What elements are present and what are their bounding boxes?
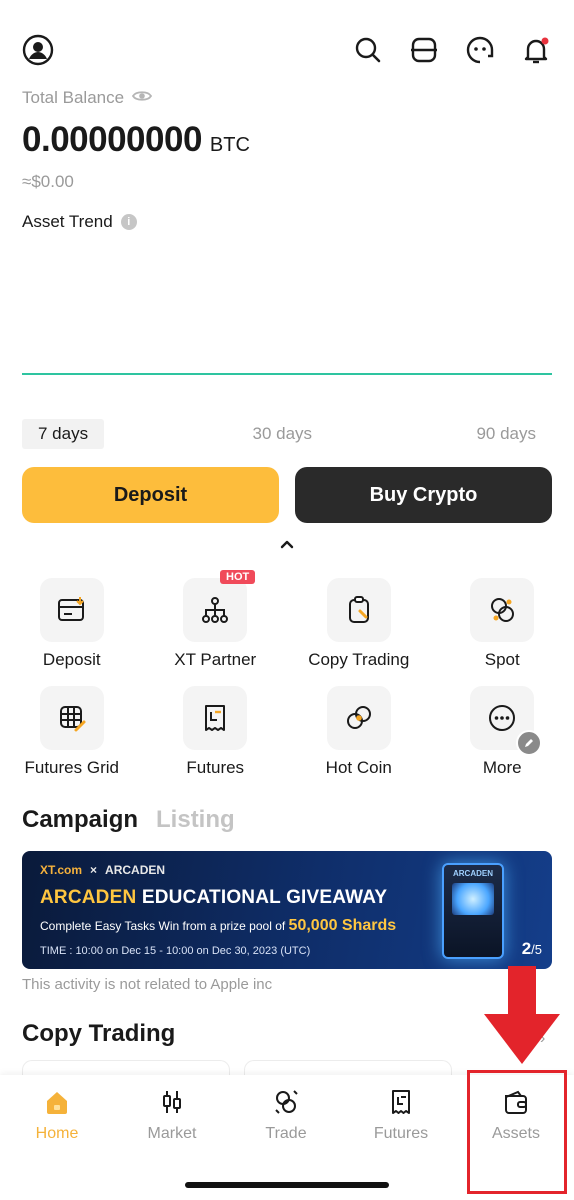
- deposit-card-icon: [39, 578, 104, 642]
- copy-trading-icon: [326, 578, 391, 642]
- futures-icon: [183, 686, 248, 750]
- eye-icon[interactable]: [132, 88, 153, 108]
- campaign-listing-tabs: Campaign Listing: [22, 806, 235, 834]
- banner-disclaimer: This activity is not related to Apple in…: [22, 976, 273, 993]
- shortcut-futures-grid[interactable]: Futures Grid: [0, 686, 144, 780]
- total-balance-label: Total Balance: [22, 88, 153, 108]
- buy-crypto-button[interactable]: Buy Crypto: [295, 467, 552, 523]
- total-balance-text: Total Balance: [22, 88, 125, 107]
- range-tab-90-days[interactable]: 90 days: [460, 419, 552, 449]
- banner-prize: 50,000 Shards: [288, 917, 397, 934]
- search-icon[interactable]: [352, 34, 384, 66]
- asset-trend-line: [22, 373, 552, 375]
- balance-amount: 0.00000000: [22, 120, 202, 159]
- banner-time: TIME : 10:00 on Dec 15 - 10:00 on Dec 30…: [40, 945, 311, 957]
- top-bar: [22, 30, 552, 70]
- shortcut-futures[interactable]: Futures: [144, 686, 288, 780]
- shortcut-spot[interactable]: Spot: [431, 578, 574, 672]
- shortcut-hot-coin[interactable]: Hot Coin: [287, 686, 431, 780]
- banner-pager: 2/5: [522, 939, 542, 959]
- banner-sub-text: Complete Easy Tasks Win from a prize poo…: [40, 919, 289, 933]
- home-indicator: [185, 1182, 389, 1188]
- market-icon: [158, 1088, 186, 1121]
- banner-brand: XT.com × ARCADEN: [40, 863, 165, 877]
- spot-coins-icon: [470, 578, 535, 642]
- banner-headline-brand: ARCADEN: [40, 887, 137, 908]
- tab-home[interactable]: Home: [7, 1088, 107, 1143]
- shortcut-more[interactable]: More: [431, 686, 574, 780]
- futures-grid-icon: [39, 686, 104, 750]
- profile-icon[interactable]: [22, 34, 54, 66]
- shortcut-label: Spot: [484, 650, 520, 669]
- xt-logo: XT.com: [40, 863, 83, 877]
- action-buttons: Deposit Buy Crypto: [22, 467, 552, 523]
- banner-headline: ARCADEN EDUCATIONAL GIVEAWAY: [40, 887, 387, 909]
- shortcut-xt-partner[interactable]: HOT XT Partner: [144, 570, 288, 672]
- deposit-button[interactable]: Deposit: [22, 467, 279, 523]
- partner-network-icon: HOT: [183, 570, 256, 642]
- pager-current: 2: [521, 939, 532, 958]
- machine-screen: [452, 883, 494, 915]
- support-icon[interactable]: [464, 34, 496, 66]
- shortcut-label: Copy Trading: [308, 650, 410, 669]
- info-icon[interactable]: i: [120, 214, 137, 230]
- tab-label: Futures: [373, 1125, 429, 1142]
- tab-label: Home: [35, 1125, 79, 1142]
- arcaden-logo: ARCADEN: [105, 863, 166, 877]
- balance-value: 0.00000000 BTC: [22, 120, 250, 160]
- range-tab-30-days[interactable]: 30 days: [237, 419, 329, 449]
- home-icon: [43, 1088, 71, 1121]
- arcade-machine-illustration: ARCADEN: [442, 863, 504, 959]
- trend-range-tabs: 7 days 30 days 90 days: [22, 419, 552, 449]
- shortcut-label: XT Partner: [174, 650, 257, 669]
- range-tab-7-days[interactable]: 7 days: [22, 419, 105, 449]
- balance-fiat: ≈$0.00: [22, 172, 74, 191]
- tab-market[interactable]: Market: [122, 1088, 222, 1143]
- tab-label: Market: [147, 1125, 197, 1142]
- tab-futures[interactable]: Futures: [351, 1088, 451, 1143]
- asset-trend-text: Asset Trend: [22, 212, 113, 231]
- pager-total: /5: [531, 942, 542, 957]
- hot-badge: HOT: [220, 570, 256, 584]
- tab-trade[interactable]: Trade: [236, 1088, 336, 1143]
- red-arrow-annotation: [484, 966, 560, 1064]
- asset-trend-label: Asset Trend i: [22, 212, 137, 232]
- futures-tab-icon: [387, 1088, 415, 1121]
- shortcut-label: Futures: [186, 758, 245, 777]
- shortcut-grid: Deposit HOT XT Partner Copy Trading Spot…: [0, 570, 574, 780]
- balance-unit: BTC: [209, 134, 250, 156]
- more-icon: [470, 686, 543, 756]
- tab-campaign[interactable]: Campaign: [22, 806, 138, 834]
- shortcut-label: Deposit: [42, 650, 101, 669]
- notification-icon[interactable]: [520, 34, 552, 66]
- machine-logo: ARCADEN: [453, 869, 493, 878]
- brand-separator: ×: [90, 863, 98, 877]
- tab-listing[interactable]: Listing: [156, 806, 235, 834]
- shortcut-copy-trading[interactable]: Copy Trading: [287, 578, 431, 672]
- banner-headline-rest: EDUCATIONAL GIVEAWAY: [136, 887, 388, 908]
- assets-highlight-box: [467, 1070, 567, 1194]
- shortcut-label: Futures Grid: [24, 758, 119, 777]
- chevron-up-icon[interactable]: [279, 536, 295, 552]
- tab-label: Trade: [265, 1125, 307, 1142]
- scan-icon[interactable]: [408, 34, 440, 66]
- copy-trading-title: Copy Trading: [22, 1020, 176, 1047]
- shortcut-label: Hot Coin: [325, 758, 392, 777]
- campaign-banner[interactable]: XT.com × ARCADEN ARCADEN EDUCATIONAL GIV…: [22, 851, 552, 969]
- shortcut-deposit[interactable]: Deposit: [0, 578, 144, 672]
- edit-pencil-icon[interactable]: [516, 730, 543, 756]
- shortcut-label: More: [482, 758, 522, 777]
- banner-subtitle: Complete Easy Tasks Win from a prize poo…: [40, 917, 396, 935]
- hot-coin-icon: [326, 686, 391, 750]
- trade-icon: [272, 1088, 300, 1121]
